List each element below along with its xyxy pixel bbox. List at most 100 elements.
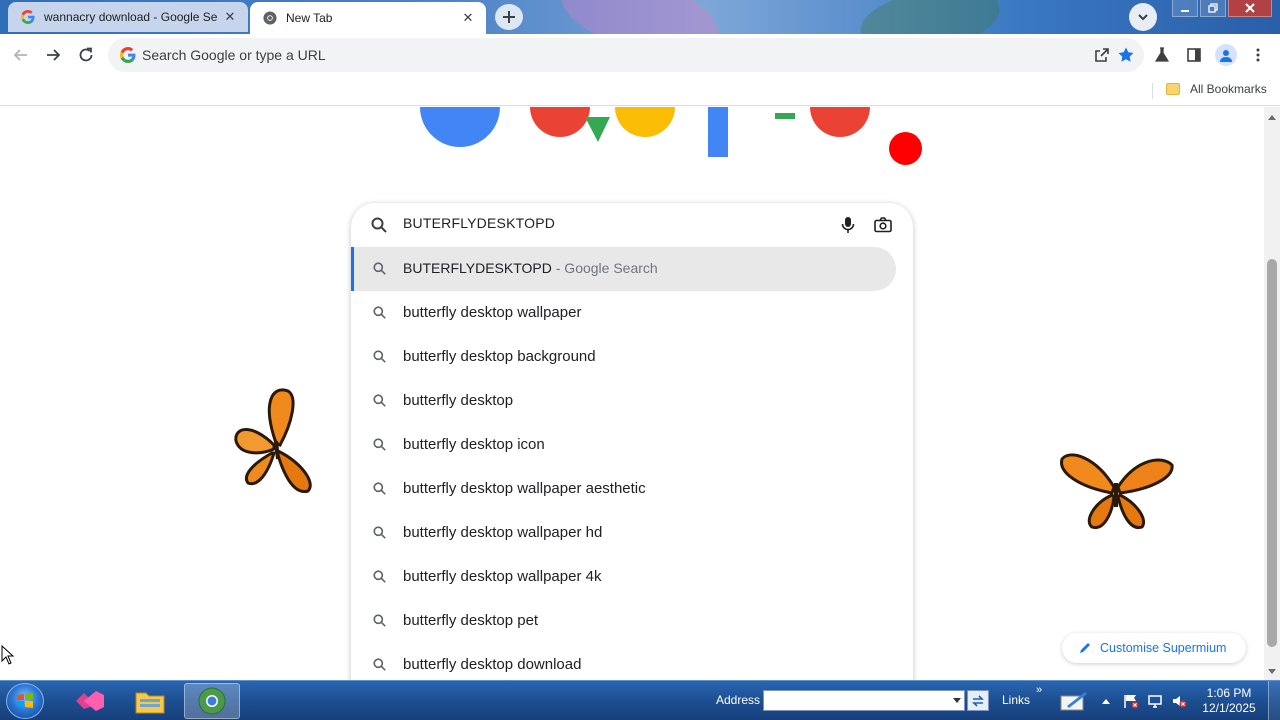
address-toolbar-input[interactable] <box>763 690 965 711</box>
tab-strip: wannacry download - Google Se ✕ New Tab … <box>0 0 1280 34</box>
voice-search-button[interactable] <box>838 215 858 235</box>
tray-network[interactable] <box>1146 692 1164 710</box>
minimize-icon <box>1181 10 1189 12</box>
pencil-icon <box>1080 643 1090 653</box>
page-scrollbar[interactable] <box>1264 107 1280 680</box>
share-button[interactable] <box>1092 45 1112 65</box>
side-panel-button[interactable] <box>1184 45 1204 65</box>
folder-icon <box>1166 83 1180 95</box>
extension-button[interactable] <box>1152 45 1172 65</box>
bookmark-star-button[interactable] <box>1116 45 1136 65</box>
window-controls <box>1172 0 1272 20</box>
suggestion-item[interactable]: butterfly desktop background <box>351 335 896 379</box>
back-button[interactable] <box>8 42 34 68</box>
search-icon <box>373 526 386 539</box>
dropdown-arrow-icon[interactable] <box>953 698 961 703</box>
links-chevron[interactable]: » <box>1036 684 1042 696</box>
suggestion-item[interactable]: butterfly desktop wallpaper aesthetic <box>351 467 896 511</box>
omnibox-input[interactable] <box>142 47 1042 63</box>
browser-toolbar <box>0 34 1280 76</box>
search-icon <box>373 438 386 451</box>
show-hidden-icons-button[interactable] <box>1097 692 1115 710</box>
restore-button[interactable] <box>1200 0 1226 17</box>
go-arrows-icon <box>972 694 984 707</box>
all-bookmarks-button[interactable]: All Bookmarks <box>1166 82 1267 96</box>
folder-icon <box>135 692 165 714</box>
search-icon <box>373 350 386 363</box>
tab-title: wannacry download - Google Se <box>44 10 218 24</box>
menu-button[interactable] <box>1248 45 1268 65</box>
new-tab-button[interactable] <box>495 4 523 30</box>
minimize-button[interactable] <box>1172 0 1198 17</box>
suggestion-item[interactable]: butterfly desktop wallpaper 4k <box>351 555 896 599</box>
search-icon <box>373 306 386 319</box>
address-toolbar-label: Address <box>716 693 761 707</box>
person-icon <box>1220 50 1232 62</box>
back-arrow-icon <box>13 49 27 61</box>
reload-button[interactable] <box>73 42 99 68</box>
suggestion-item[interactable]: butterfly desktop <box>351 379 896 423</box>
restore-icon <box>1208 3 1218 13</box>
scroll-up-icon[interactable] <box>1268 115 1276 120</box>
taskbar-app-browser[interactable] <box>184 683 240 719</box>
tab-close-icon[interactable]: ✕ <box>460 10 476 26</box>
camera-icon <box>874 217 892 233</box>
tab-search-button[interactable] <box>1129 3 1157 31</box>
network-icon <box>1148 695 1162 708</box>
tab-wannacry-download[interactable]: wannacry download - Google Se ✕ <box>8 2 248 32</box>
star-icon <box>1118 47 1134 62</box>
chevron-down-icon <box>1138 14 1148 21</box>
omnibox[interactable] <box>108 38 1144 72</box>
suggestion-text: BUTERFLYDESKTOPD - Google Search <box>403 260 658 276</box>
suggestion-item[interactable]: butterfly desktop icon <box>351 423 896 467</box>
clock-time: 1:06 PM <box>1206 686 1252 700</box>
forward-arrow-icon <box>47 49 61 61</box>
flag-error-icon <box>1124 695 1139 709</box>
close-window-button[interactable] <box>1228 0 1272 17</box>
red-dot <box>889 132 922 165</box>
notepad-pen-icon <box>1060 692 1087 711</box>
address-go-button[interactable] <box>967 690 989 711</box>
chromium-browser-icon <box>198 687 226 715</box>
google-doodle-logo <box>420 107 870 157</box>
tray-action-center[interactable] <box>1122 692 1140 710</box>
butterfly-image <box>1060 453 1174 530</box>
bookmarks-bar: All Bookmarks <box>0 76 1280 106</box>
suggestion-query: BUTERFLYDESKTOPD <box>403 260 552 276</box>
taskbar-app-explorer[interactable] <box>122 683 178 719</box>
suggestion-text: butterfly desktop download <box>403 656 582 673</box>
suggestion-google-search[interactable]: BUTERFLYDESKTOPD - Google Search <box>351 247 896 291</box>
volume-muted-icon <box>1173 696 1187 708</box>
scrollbar-thumb[interactable] <box>1267 259 1277 647</box>
close-icon <box>1245 3 1255 13</box>
suggestion-item[interactable]: butterfly desktop pet <box>351 599 896 643</box>
suggestion-item[interactable]: butterfly desktop wallpaper hd <box>351 511 896 555</box>
tray-volume[interactable] <box>1170 692 1188 710</box>
profile-button[interactable] <box>1215 44 1237 66</box>
microphone-icon <box>841 217 855 233</box>
side-panel-icon <box>1187 48 1201 62</box>
windows-logo-icon <box>17 693 33 708</box>
suggestion-text: butterfly desktop <box>403 392 514 409</box>
system-clock[interactable]: 1:06 PM 12/1/2025 <box>1196 686 1262 716</box>
scroll-down-icon[interactable] <box>1268 669 1276 674</box>
tab-new-tab[interactable]: New Tab ✕ <box>250 2 486 34</box>
suggestion-text: butterfly desktop wallpaper <box>403 304 582 321</box>
wallpaper-decoration <box>552 0 728 34</box>
customise-button[interactable]: Customise Supermium <box>1062 633 1246 663</box>
forward-button[interactable] <box>40 42 66 68</box>
chrome-favicon-icon <box>262 10 278 26</box>
start-button[interactable] <box>6 683 44 719</box>
taskbar-app-visual-studio[interactable] <box>62 683 118 719</box>
all-bookmarks-label: All Bookmarks <box>1190 82 1267 96</box>
search-icon <box>373 394 386 407</box>
image-search-button[interactable] <box>873 215 893 235</box>
show-desktop-button[interactable] <box>1268 681 1280 720</box>
wallpaper-decoration <box>854 0 1006 34</box>
tab-close-icon[interactable]: ✕ <box>222 9 238 25</box>
suggestion-item[interactable]: butterfly desktop download <box>351 643 896 680</box>
tray-notepad-button[interactable] <box>1058 689 1090 713</box>
suggestion-item[interactable]: butterfly desktop wallpaper <box>351 291 896 335</box>
search-icon <box>373 614 386 627</box>
search-input[interactable] <box>403 215 823 231</box>
